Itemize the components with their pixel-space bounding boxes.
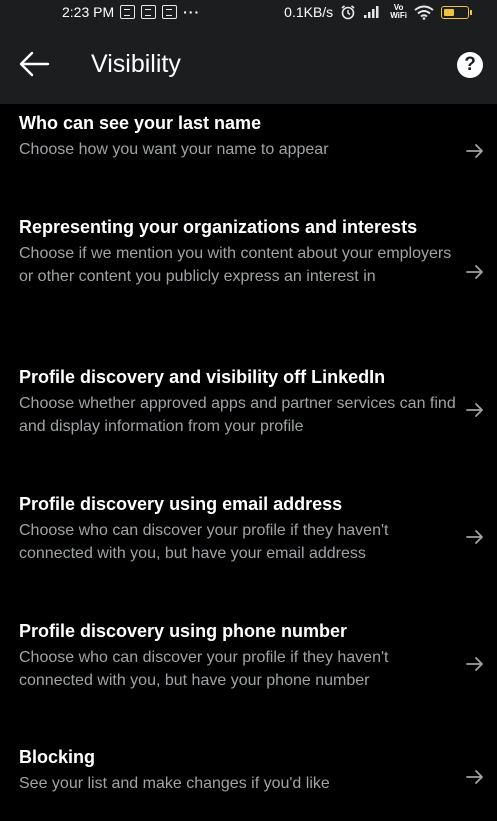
item-title: Profile discovery using phone number xyxy=(19,621,348,641)
setting-discovery-email[interactable]: Profile discovery using email address Ch… xyxy=(0,493,497,565)
notification-icon xyxy=(141,5,157,19)
status-time: 2:23 PM xyxy=(62,4,115,20)
battery-icon xyxy=(441,5,472,19)
wifi-icon xyxy=(414,5,434,20)
item-description: Choose if we mention you with content ab… xyxy=(19,245,452,285)
setting-discovery-phone[interactable]: Profile discovery using phone number Cho… xyxy=(0,620,497,692)
item-title: Profile discovery and visibility off Lin… xyxy=(19,367,386,387)
volte-wifi-icon: Vo WiFi xyxy=(390,3,407,20)
arrow-right-icon xyxy=(466,265,483,279)
help-circle-icon[interactable]: ? xyxy=(457,52,483,78)
item-description: See your list and make changes if you'd … xyxy=(19,775,330,792)
item-title: Blocking xyxy=(19,747,96,767)
alarm-icon xyxy=(341,5,355,20)
status-bar: 2:23 PM ··· 0.1KB/s Vo WiFi xyxy=(0,0,497,26)
notification-icon xyxy=(162,5,178,19)
arrow-right-icon xyxy=(466,403,483,417)
arrow-right-icon xyxy=(466,144,483,158)
settings-list: Who can see your last name Choose how yo… xyxy=(0,104,497,821)
setting-discovery-off-linkedin[interactable]: Profile discovery and visibility off Lin… xyxy=(0,366,497,438)
item-title: Profile discovery using email address xyxy=(19,494,343,514)
item-title: Representing your organizations and inte… xyxy=(19,217,418,237)
setting-organizations-interests[interactable]: Representing your organizations and inte… xyxy=(0,216,497,288)
item-title: Who can see your last name xyxy=(19,113,262,133)
arrow-left-icon[interactable] xyxy=(18,50,50,78)
item-description: Choose whether approved apps and partner… xyxy=(19,395,456,435)
arrow-right-icon xyxy=(466,530,483,544)
arrow-right-icon xyxy=(466,657,483,671)
setting-last-name[interactable]: Who can see your last name Choose how yo… xyxy=(0,112,497,162)
item-description: Choose how you want your name to appear xyxy=(19,141,329,158)
signal-icon xyxy=(364,6,379,18)
network-speed: 0.1KB/s xyxy=(284,4,334,20)
item-description: Choose who can discover your profile if … xyxy=(19,649,389,689)
notification-icon xyxy=(120,5,136,19)
page-title: Visibility xyxy=(91,50,181,78)
setting-blocking[interactable]: Blocking See your list and make changes … xyxy=(0,746,497,796)
app-bar: Visibility ? xyxy=(0,26,497,104)
arrow-right-icon xyxy=(466,770,483,784)
more-notifications-icon: ··· xyxy=(183,4,201,20)
item-description: Choose who can discover your profile if … xyxy=(19,522,389,562)
